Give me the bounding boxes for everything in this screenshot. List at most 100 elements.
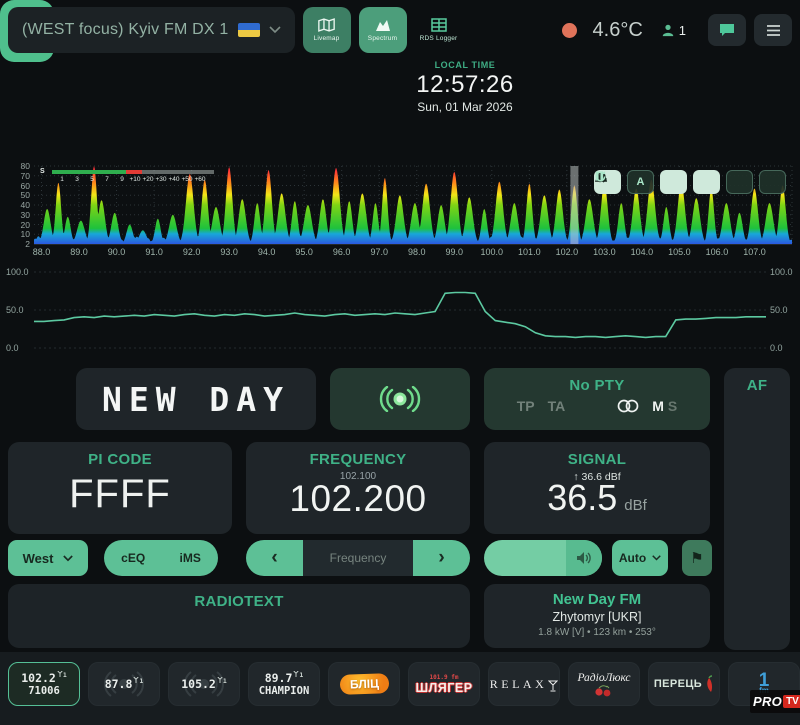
rds-logger-button[interactable]: RDS Logger xyxy=(415,7,463,53)
antenna-select[interactable]: West xyxy=(8,540,88,576)
clock-time: 12:57:26 xyxy=(416,71,513,99)
x-tick: 102.0 xyxy=(550,247,584,257)
eq-ims-toggle[interactable]: cEQ iMS xyxy=(104,540,218,576)
history-y-tick: 0.0 xyxy=(6,343,19,353)
arrows-vertical-button[interactable] xyxy=(660,170,687,194)
menu-button[interactable] xyxy=(754,14,792,46)
pi-code-label: PI CODE xyxy=(8,451,232,468)
preset-button-2[interactable]: 87.81 xyxy=(88,662,160,706)
auto-value: Auto xyxy=(619,551,646,565)
s-meter-red-bar xyxy=(126,170,142,174)
x-tick: 98.0 xyxy=(400,247,434,257)
spectrum-button[interactable]: Spectrum xyxy=(359,7,407,53)
af-label: AF xyxy=(724,377,790,394)
pause-button[interactable] xyxy=(726,170,753,194)
report-flag-button[interactable]: ⚑ xyxy=(682,540,712,576)
frequency-up-button[interactable]: › xyxy=(413,540,470,576)
s-meter-tick: +60 xyxy=(194,176,205,183)
x-tick: 96.0 xyxy=(325,247,359,257)
signal-history-chart: 100.050.00.0100.050.00.0 xyxy=(0,262,800,358)
hamburger-icon xyxy=(766,25,781,36)
preset-button-5[interactable]: БЛІЦ xyxy=(328,662,400,706)
y-tick: 10 xyxy=(4,229,30,239)
pty-value: No PTY xyxy=(484,377,710,394)
spectrum-chart[interactable]: 80706050403020102 88.089.090.091.092.093… xyxy=(0,163,800,261)
rds-logger-label: RDS Logger xyxy=(420,35,458,42)
tp-flag: TP xyxy=(517,398,535,414)
broadcast-icon xyxy=(378,386,422,412)
area-chart-icon xyxy=(375,18,391,32)
x-tick: 100.0 xyxy=(475,247,509,257)
x-tick: 88.0 xyxy=(25,247,59,257)
frequency-panel[interactable]: FREQUENCY 102.100 102.200 xyxy=(246,442,470,534)
antenna-value: West xyxy=(23,551,54,566)
clock-date: Sun, 01 Mar 2026 xyxy=(417,100,512,114)
ims-toggle[interactable]: iMS xyxy=(179,551,200,565)
y-tick: 30 xyxy=(4,210,30,220)
ta-flag: TA xyxy=(548,398,566,414)
person-icon xyxy=(661,23,675,37)
x-tick: 103.0 xyxy=(587,247,621,257)
y-tick: 50 xyxy=(4,190,30,200)
preset-button-3[interactable]: 105.21 xyxy=(168,662,240,706)
preset-button-4[interactable]: 89.71CHAMPION xyxy=(248,662,320,706)
letter-a-button[interactable]: A xyxy=(627,170,654,194)
chat-icon xyxy=(719,23,735,37)
watermark-pro: PRO xyxy=(753,694,782,709)
x-tick: 107.0 xyxy=(737,247,771,257)
frequency-label: FREQUENCY xyxy=(246,451,470,468)
auto-mode-select[interactable]: Auto xyxy=(612,540,668,576)
app-root: (WEST focus) Kyiv FM DX 1 Livemap Spectr… xyxy=(0,0,800,725)
header: (WEST focus) Kyiv FM DX 1 Livemap Spectr… xyxy=(8,6,792,54)
chevron-down-icon xyxy=(652,555,661,561)
server-selector[interactable]: (WEST focus) Kyiv FM DX 1 xyxy=(8,7,295,53)
x-tick: 104.0 xyxy=(625,247,659,257)
protv-watermark: PRO TV NET.UA xyxy=(750,690,800,713)
station-city: Zhytomyr [UKR] xyxy=(484,610,710,624)
preset-button-8[interactable]: РадіоЛюкс xyxy=(568,662,640,706)
preset-button-7[interactable]: RELAX xyxy=(488,662,560,706)
y-tick: 60 xyxy=(4,181,30,191)
spectrum-toolbar: A xyxy=(594,170,786,194)
frequency-down-button[interactable]: ‹ xyxy=(246,540,303,576)
s-meter-tick: +30 xyxy=(155,176,166,183)
preset-button-1[interactable]: 102.2171006 xyxy=(8,662,80,706)
weather-status-icon xyxy=(562,23,577,38)
flag-icon: ⚑ xyxy=(690,549,703,567)
preset-button-9[interactable]: ПЕРЕЦЬ xyxy=(648,662,720,706)
signal-panel: SIGNAL ↑ 36.6 dBf 36.5 dBf xyxy=(484,442,710,534)
signal-value: 36.5 xyxy=(547,477,617,519)
tx-status-panel[interactable] xyxy=(330,368,470,430)
s-meter-tick: +40 xyxy=(168,176,179,183)
y-tick: 80 xyxy=(4,161,30,171)
s-meter-tick: 9 xyxy=(120,176,124,183)
pty-panel: No PTY TP TA M S xyxy=(484,368,710,430)
af-list-panel: AF xyxy=(724,368,790,650)
signal-label: SIGNAL xyxy=(484,451,710,468)
eq-toggle[interactable]: cEQ xyxy=(121,551,145,565)
x-tick: 99.0 xyxy=(437,247,471,257)
y-tick: 70 xyxy=(4,171,30,181)
area-chart-button[interactable] xyxy=(693,170,720,194)
history-y-tick: 50.0 xyxy=(770,305,788,315)
x-tick: 90.0 xyxy=(100,247,134,257)
preset-button-6[interactable]: 101.9 fmШЛЯГЕР xyxy=(408,662,480,706)
ps-name-panel: NEW DAY xyxy=(76,368,316,430)
chat-button[interactable] xyxy=(708,14,746,46)
station-info-panel[interactable]: New Day FM Zhytomyr [UKR] 1.8 kW [V] • 1… xyxy=(484,584,710,648)
signal-unit: dBf xyxy=(624,497,647,514)
refresh-button[interactable] xyxy=(759,170,786,194)
watermark-tv: TV xyxy=(783,695,800,708)
history-y-tick: 0.0 xyxy=(770,343,783,353)
volume-slider[interactable] xyxy=(484,540,602,576)
history-y-tick: 100.0 xyxy=(770,267,793,277)
livemap-button[interactable]: Livemap xyxy=(303,7,351,53)
preset-dock: 102.217100687.81105.2189.71CHAMPIONБЛІЦ1… xyxy=(0,652,800,725)
s-meter-tick: 1 xyxy=(60,176,64,183)
stereo-indicator: S xyxy=(668,398,677,414)
frequency-input[interactable]: Frequency xyxy=(303,540,413,576)
spectrum-label: Spectrum xyxy=(368,35,397,42)
speaker-icon xyxy=(576,551,592,565)
tuned-frequency-marker xyxy=(570,166,578,244)
radiotext-panel: RADIOTEXT xyxy=(8,584,470,648)
